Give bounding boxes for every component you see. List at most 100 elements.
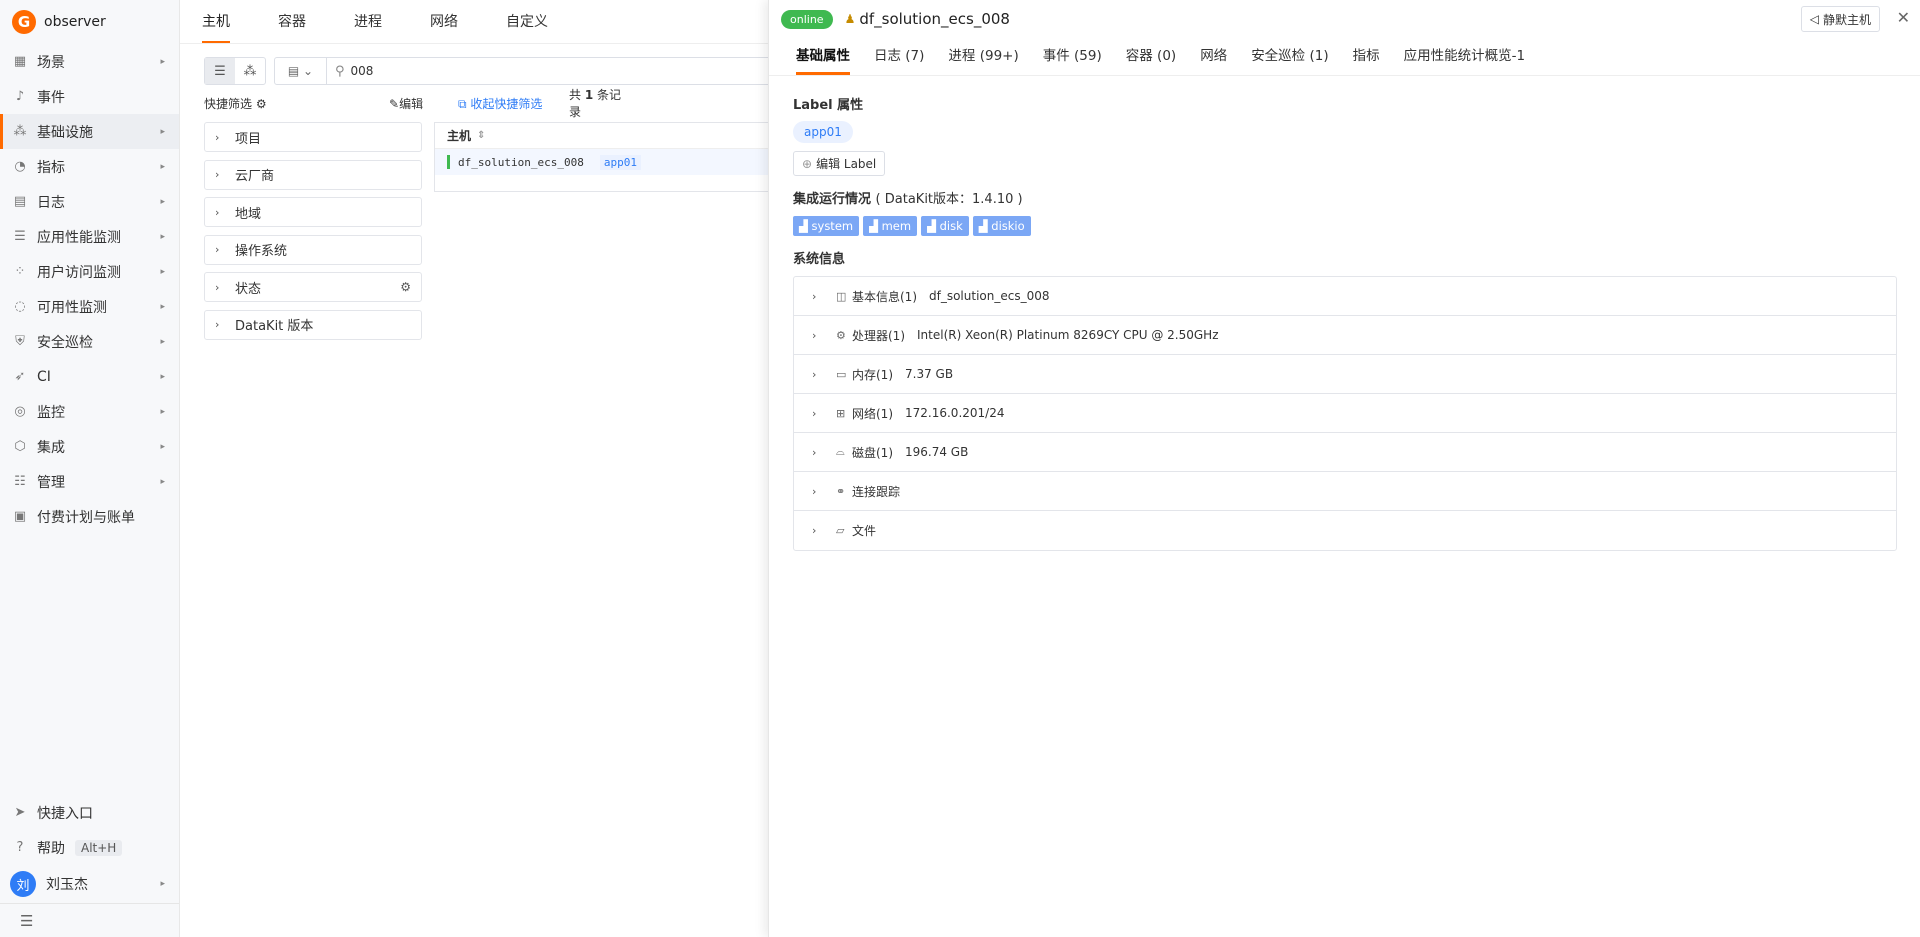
filter-cloud-provider[interactable]: › 云厂商: [204, 159, 422, 190]
integration-chip-system[interactable]: ▟ system: [793, 216, 860, 236]
filter-label: 云厂商: [235, 169, 275, 184]
tab-events[interactable]: 事件 (59): [1043, 44, 1102, 75]
tab-custom[interactable]: 自定义: [506, 11, 548, 43]
user-menu[interactable]: 刘刘玉杰 ▸: [0, 865, 179, 903]
sidebar-item-management[interactable]: ☷ 管理 ▸: [0, 464, 179, 499]
quick-entry-button[interactable]: ➤ 快捷入口: [0, 795, 179, 830]
logo-icon: G: [12, 10, 36, 34]
tab-processes[interactable]: 进程 (99+): [948, 44, 1018, 75]
list-view-icon[interactable]: ☰: [205, 58, 235, 84]
sidebar-item-billing[interactable]: ▣ 付费计划与账单: [0, 499, 179, 534]
linux-icon: ♟: [844, 12, 856, 26]
sidebar-item-ci[interactable]: ➶ CI ▸: [0, 359, 179, 394]
system-row-memory[interactable]: › ▭ 内存(1) 7.37 GB: [794, 355, 1896, 394]
integration-chip-mem[interactable]: ▟ mem: [863, 216, 918, 236]
system-row-network[interactable]: › ⊞ 网络(1) 172.16.0.201/24: [794, 394, 1896, 433]
filter-region[interactable]: › 地域: [204, 197, 422, 227]
sidebar-item-label: 场景: [37, 54, 65, 71]
system-row-cpu[interactable]: › ⚙ 处理器(1) Intel(R) Xeon(R) Platinum 8269CY…: [794, 316, 1896, 355]
sidebar-item-label: 可用性监测: [37, 299, 107, 316]
chevron-right-icon: ▸: [160, 371, 165, 382]
row-value: 172.16.0.201/24: [905, 406, 1005, 420]
sidebar-item-scene[interactable]: ▦ 场景 ▸: [0, 44, 179, 79]
collapse-filter-button[interactable]: ⧉ 收起快捷筛选: [458, 95, 542, 112]
filter-datakit-version[interactable]: › DataKit 版本: [204, 309, 422, 340]
integration-chips: ▟ system ▟ mem ▟ disk ▟ diskio: [793, 216, 1896, 236]
chevron-right-icon: ▸: [160, 441, 165, 452]
sidebar-item-monitor[interactable]: ◎ 监控 ▸: [0, 394, 179, 429]
tab-metrics[interactable]: 指标: [1353, 44, 1380, 75]
record-count: 共 1 条记录: [569, 86, 624, 120]
label-chip[interactable]: app01: [793, 121, 853, 143]
sidebar-item-apm[interactable]: ☰ 应用性能监测 ▸: [0, 219, 179, 254]
tab-containers[interactable]: 容器 (0): [1126, 44, 1176, 75]
help-button[interactable]: ? 帮助 Alt+H: [0, 830, 179, 865]
system-row-conntrack[interactable]: › ⚭ 连接跟踪: [794, 472, 1896, 511]
system-row-files[interactable]: › ▱ 文件: [794, 511, 1896, 550]
sidebar-nav: ▦ 场景 ▸ ♪ 事件 ⁂ 基础设施 ▸ ◔ 指标 ▸ ▤ 日志 ▸ ☰ 应用性能监测 ▸ ⁘ 用户访问…: [0, 44, 179, 534]
filter-status[interactable]: › 状态 ⚙: [204, 272, 422, 302]
collapse-filter-label: 收起快捷筛选: [470, 96, 543, 111]
row-value: 7.37 GB: [905, 367, 954, 381]
tab-apm-overview[interactable]: 应用性能统计概览-1: [1404, 44, 1525, 75]
sidebar-item-rum[interactable]: ⁘ 用户访问监测 ▸: [0, 254, 179, 289]
filter-project[interactable]: › 项目: [204, 122, 422, 152]
collapse-sidebar-button[interactable]: ☰: [0, 903, 179, 937]
tab-logs[interactable]: 日志 (7): [874, 44, 924, 75]
metric-icon: ◔: [14, 159, 26, 174]
host-detail-drawer: online ♟ df_solution_ecs_008 ◁ 静默主机 ✕ 基础属…: [768, 0, 1920, 937]
sidebar-item-infrastructure[interactable]: ⁂ 基础设施 ▸: [0, 114, 179, 149]
sidebar-item-integration[interactable]: ⬡ 集成 ▸: [0, 429, 179, 464]
tab-process[interactable]: 进程: [354, 11, 382, 43]
folder-icon: ▱: [836, 524, 845, 537]
sidebar-item-synthetic[interactable]: ◌ 可用性监测 ▸: [0, 289, 179, 324]
paper-plane-icon: ➤: [14, 805, 26, 820]
tab-container[interactable]: 容器: [278, 11, 306, 43]
close-icon[interactable]: ✕: [1897, 8, 1910, 27]
gear-icon[interactable]: ⚙: [256, 97, 267, 111]
filter-os[interactable]: › 操作系统: [204, 234, 422, 265]
tab-basic-attributes[interactable]: 基础属性: [796, 44, 850, 75]
sidebar-item-security[interactable]: ⛨ 安全巡检 ▸: [0, 324, 179, 359]
sidebar-item-label: 事件: [37, 89, 65, 106]
tab-host[interactable]: 主机: [202, 11, 230, 43]
chevron-right-icon: ▸: [160, 56, 165, 67]
search-icon: ⚲: [335, 63, 345, 79]
system-row-disk[interactable]: › ⌓ 磁盘(1) 196.74 GB: [794, 433, 1896, 472]
edit-label-button[interactable]: ⊕ 编辑 Label: [793, 151, 886, 176]
sidebar-item-events[interactable]: ♪ 事件: [0, 79, 179, 114]
help-icon: ?: [16, 840, 24, 855]
mute-host-button[interactable]: ◁ 静默主机: [1800, 6, 1880, 32]
host-name-cell: df_solution_ecs_008: [458, 155, 584, 169]
synthetic-icon: ◌: [14, 299, 26, 314]
row-name: 网络(1): [852, 406, 893, 421]
integration-chip-diskio[interactable]: ▟ diskio: [972, 216, 1031, 236]
sidebar-item-label: 日志: [37, 194, 65, 211]
sort-icon[interactable]: ⇕: [477, 130, 485, 141]
table-row[interactable]: df_solution_ecs_008 app01: [435, 149, 768, 175]
chevron-right-icon: ›: [215, 205, 220, 219]
integration-chip-disk[interactable]: ▟ disk: [921, 216, 969, 236]
topology-view-icon[interactable]: ⁂: [235, 58, 265, 84]
brand[interactable]: G observer: [0, 0, 179, 44]
sidebar-item-label: 用户访问监测: [37, 264, 121, 281]
sidebar-item-label: 应用性能监测: [37, 229, 121, 246]
filter-label: 操作系统: [235, 244, 288, 259]
toolbar: ☰ ⁂ ▤ ⌄ ⚲: [204, 56, 794, 86]
search-input[interactable]: [350, 64, 551, 78]
gear-icon[interactable]: ⚙: [400, 280, 411, 294]
edit-filter-button[interactable]: ✎编辑: [389, 95, 423, 112]
chevron-right-icon: ›: [812, 328, 817, 342]
tab-network[interactable]: 网络: [1200, 44, 1227, 75]
sidebar-item-metrics[interactable]: ◔ 指标 ▸: [0, 149, 179, 184]
sidebar-item-logs[interactable]: ▤ 日志 ▸: [0, 184, 179, 219]
system-row-basic[interactable]: › ◫ 基本信息(1) df_solution_ecs_008: [794, 277, 1896, 316]
tab-network[interactable]: 网络: [430, 11, 458, 43]
conntrack-icon: ⚭: [836, 484, 846, 498]
filter-dropdown[interactable]: ▤ ⌄: [275, 58, 327, 84]
integration-label: diskio: [991, 219, 1025, 233]
tab-security[interactable]: 安全巡检 (1): [1251, 44, 1328, 75]
table-header[interactable]: 主机 ⇕: [435, 123, 768, 149]
count-prefix: 共: [569, 88, 582, 102]
chart-icon: ▟: [869, 219, 878, 233]
